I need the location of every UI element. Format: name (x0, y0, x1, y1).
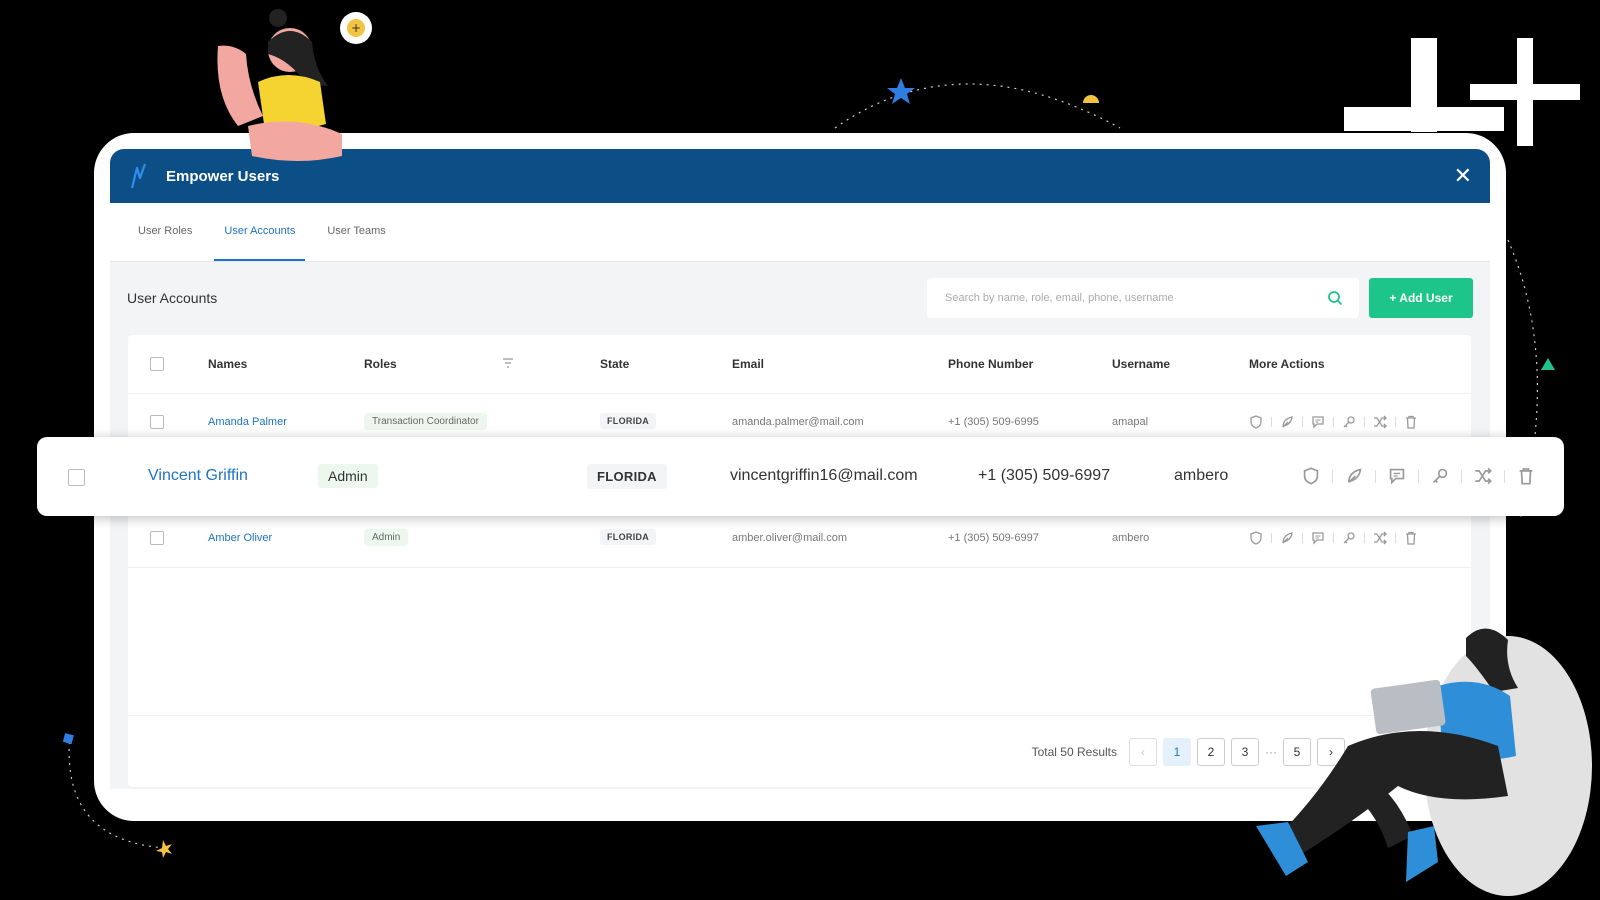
feather-icon[interactable] (1345, 467, 1363, 485)
key-icon[interactable] (1342, 415, 1356, 429)
phone-cell: +1 (305) 509-6997 (978, 467, 1111, 484)
page-button[interactable]: 2 (1197, 738, 1225, 766)
role-badge: Admin (318, 464, 378, 488)
role-badge: Admin (364, 529, 409, 546)
action-separator (1302, 417, 1303, 427)
add-user-button[interactable]: + Add User (1369, 278, 1473, 318)
username-cell: ambero (1174, 467, 1229, 484)
select-all-checkbox[interactable] (150, 357, 164, 371)
action-separator (1461, 469, 1462, 483)
tab-user-teams[interactable]: User Teams (317, 203, 395, 261)
filter-icon[interactable] (502, 357, 514, 369)
action-separator (1364, 417, 1365, 427)
user-name-link[interactable]: Amanda Palmer (208, 416, 287, 428)
action-separator (1332, 469, 1333, 483)
action-separator (1504, 469, 1505, 483)
tab-bar: User Roles User Accounts User Teams (110, 203, 1490, 262)
column-header-names: Names (208, 357, 248, 371)
key-icon[interactable] (1342, 531, 1356, 545)
search-icon[interactable] (1327, 290, 1343, 306)
waving-woman-illustration: + (217, 9, 372, 161)
action-separator (1333, 417, 1334, 427)
table-header-row: Names Roles State Email Phone Number Use… (128, 335, 1471, 394)
phone-cell: +1 (305) 509-6995 (948, 416, 1039, 428)
user-name-link[interactable]: Vincent Griffin (148, 467, 248, 485)
shuffle-icon[interactable] (1474, 467, 1492, 485)
column-header-state: State (600, 357, 630, 371)
action-separator (1375, 469, 1376, 483)
action-separator (1271, 533, 1272, 543)
lightning-logo-icon (130, 163, 147, 189)
trash-icon[interactable] (1404, 531, 1418, 545)
action-separator (1333, 533, 1334, 543)
row-actions (1249, 415, 1418, 429)
phone-cell: +1 (305) 509-6997 (948, 532, 1039, 544)
prev-page-button[interactable]: ‹ (1129, 738, 1157, 766)
column-header-roles: Roles (364, 357, 397, 371)
column-header-username: Username (1112, 357, 1171, 371)
tab-user-accounts[interactable]: User Accounts (214, 203, 306, 261)
trash-icon[interactable] (1404, 415, 1418, 429)
shuffle-icon[interactable] (1373, 415, 1387, 429)
action-separator (1302, 533, 1303, 543)
shuffle-icon[interactable] (1373, 531, 1387, 545)
feather-icon[interactable] (1280, 531, 1294, 545)
action-separator (1395, 417, 1396, 427)
column-header-more-actions: More Actions (1249, 357, 1325, 371)
highlighted-table-row[interactable]: Vincent Griffin Admin FLORIDA vincentgri… (37, 437, 1564, 516)
action-separator (1271, 417, 1272, 427)
page-button[interactable]: 1 (1163, 738, 1191, 766)
tab-user-roles[interactable]: User Roles (128, 203, 202, 261)
feather-icon[interactable] (1280, 415, 1294, 429)
table-row: Amber Oliver Admin FLORIDA amber.oliver@… (128, 509, 1471, 568)
role-badge: Transaction Coordinator (364, 413, 487, 430)
total-results: Total 50 Results (1031, 745, 1117, 759)
row-checkbox[interactable] (150, 415, 164, 429)
key-icon[interactable] (1431, 467, 1449, 485)
email-cell: amanda.palmer@mail.com (732, 416, 864, 428)
email-cell: vincentgriffin16@mail.com (730, 467, 918, 484)
column-header-phone: Phone Number (948, 357, 1034, 371)
close-icon[interactable]: ✕ (1454, 165, 1472, 187)
state-badge: FLORIDA (587, 464, 667, 489)
username-cell: ambero (1112, 532, 1150, 544)
user-name-link[interactable]: Amber Oliver (208, 532, 272, 544)
username-cell: amapal (1112, 416, 1149, 428)
email-cell: amber.oliver@mail.com (732, 532, 848, 544)
svg-text:+: + (351, 21, 361, 35)
comment-icon[interactable] (1311, 531, 1325, 545)
column-header-email: Email (732, 357, 765, 371)
search-input[interactable] (943, 291, 1327, 305)
shield-icon[interactable] (1302, 467, 1320, 485)
shield-icon[interactable] (1249, 531, 1263, 545)
trash-icon[interactable] (1517, 467, 1535, 485)
row-actions (1249, 531, 1418, 545)
row-checkbox[interactable] (68, 469, 85, 486)
action-separator (1364, 533, 1365, 543)
state-badge: FLORIDA (600, 413, 657, 429)
toolbar: User Accounts + Add User (110, 262, 1490, 334)
action-separator (1418, 469, 1419, 483)
shield-icon[interactable] (1249, 415, 1263, 429)
search-box (927, 278, 1359, 318)
action-separator (1395, 533, 1396, 543)
section-title: User Accounts (127, 290, 218, 306)
row-checkbox[interactable] (150, 531, 164, 545)
beanbag-woman-illustration (1256, 628, 1592, 896)
comment-icon[interactable] (1311, 415, 1325, 429)
row-actions (1302, 467, 1535, 485)
comment-icon[interactable] (1388, 467, 1406, 485)
state-badge: FLORIDA (600, 529, 657, 545)
